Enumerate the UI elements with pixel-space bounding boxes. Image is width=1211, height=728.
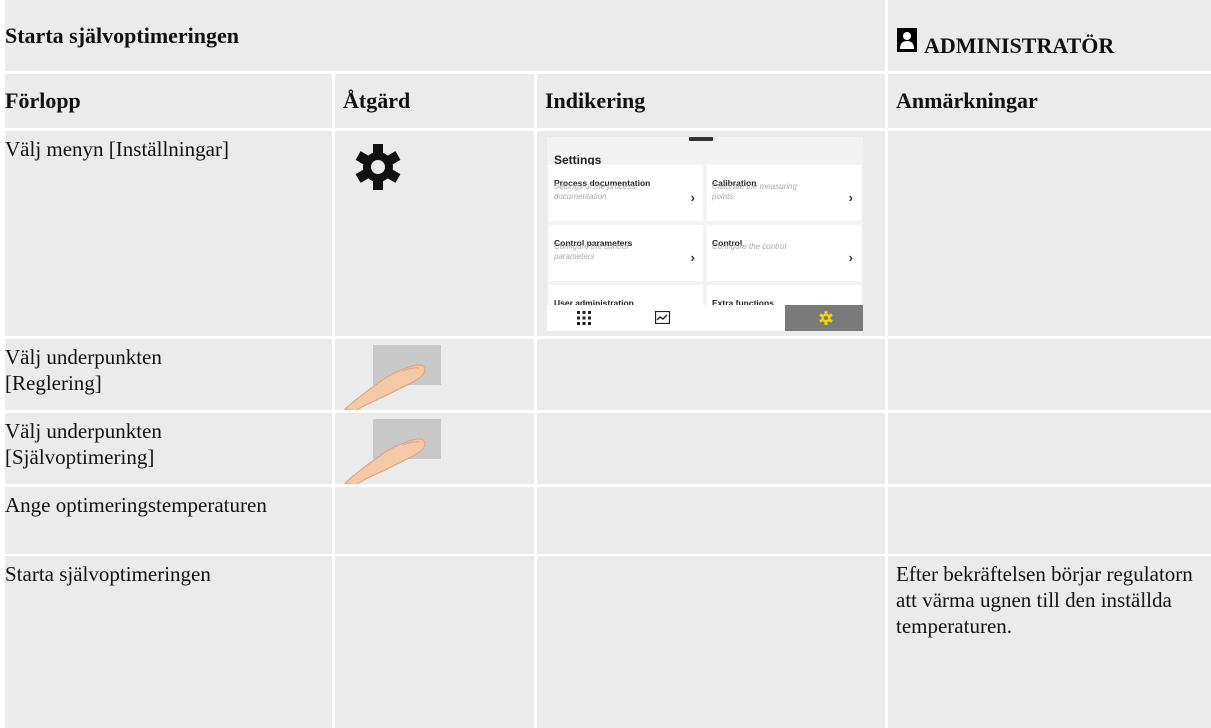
chevron-right-icon: › <box>848 190 853 205</box>
tile-process-documentation: Process documentation Settings of the pr… <box>549 165 703 221</box>
tile-extra-functions: Extra functions <box>707 285 861 308</box>
action-cell <box>332 128 534 336</box>
action-cell <box>332 556 534 728</box>
col-header-forlopp: Förlopp <box>5 71 332 128</box>
note-text <box>885 336 1211 410</box>
chevron-right-icon: › <box>848 250 853 265</box>
chevron-right-icon: › <box>690 250 695 265</box>
tile-subtitle: Configure the control <box>712 242 787 251</box>
page-title: Starta självoptimeringen <box>5 0 885 71</box>
step-text: Ange optimeringstemperaturen <box>5 484 332 554</box>
screen-bottom-nav <box>547 305 863 331</box>
role-badge: ADMINISTRATÖR <box>885 0 1211 71</box>
display-cell <box>534 410 885 484</box>
role-label: ADMINISTRATÖR <box>924 33 1115 58</box>
apps-grid-icon <box>577 311 591 325</box>
tile-subtitle: Settings of the process documentation <box>554 182 636 201</box>
left-gutter <box>0 668 5 728</box>
finger-tap-icon <box>343 419 441 486</box>
tile-control: Control Configure the control › <box>707 225 861 281</box>
tile-user-administration: User administration <box>549 285 703 308</box>
tile-subtitle: Configure the control parameters <box>554 242 629 261</box>
note-text: Efter bekräftelsen börjar regulatorn att… <box>885 556 1211 728</box>
display-cell <box>534 336 885 410</box>
step-text: Starta självoptimeringen <box>5 556 332 728</box>
col-header-indikering: Indikering <box>534 71 885 128</box>
step-text: Välj underpunkten [Självoptimering] <box>5 410 332 484</box>
note-text <box>885 484 1211 554</box>
chart-icon <box>655 311 670 324</box>
step-text: Välj underpunkten [Reglering] <box>5 336 332 410</box>
finger-tap-icon <box>343 345 441 412</box>
display-cell <box>534 484 885 554</box>
tile-control-parameters: Control parameters Configure the control… <box>549 225 703 281</box>
action-cell <box>332 336 534 412</box>
screen-topbar <box>689 137 713 141</box>
tile-calibration: Calibration Calibrate the measuring poin… <box>707 165 861 221</box>
action-cell <box>332 410 534 486</box>
note-text <box>885 410 1211 484</box>
page-title-text: Starta självoptimeringen <box>5 22 240 48</box>
col-header-anmarkningar: Anmärkningar <box>885 71 1211 128</box>
chevron-right-icon: › <box>690 190 695 205</box>
col-header-atgard: Åtgärd <box>332 71 534 128</box>
user-icon <box>897 28 917 52</box>
settings-screenshot: Settings Process documentation Settings … <box>547 137 863 331</box>
step-text: Välj menyn [Inställningar] <box>5 128 332 336</box>
action-cell <box>332 484 534 554</box>
display-cell: Settings Process documentation Settings … <box>534 128 885 336</box>
display-cell <box>534 556 885 728</box>
tile-subtitle: Calibrate the measuring points <box>712 182 797 201</box>
gear-icon <box>355 144 401 190</box>
note-text <box>885 128 1211 336</box>
instruction-table: Starta självoptimeringen ADMINISTRATÖR F… <box>0 0 1211 728</box>
settings-icon <box>819 311 833 325</box>
